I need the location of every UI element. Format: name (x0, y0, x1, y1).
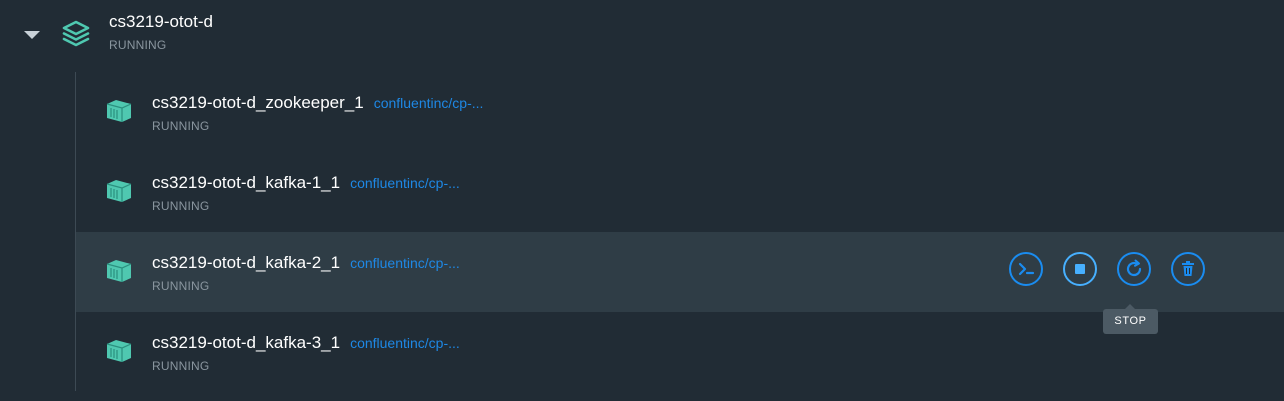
container-name: cs3219-otot-d_kafka-2_1 (152, 253, 341, 272)
container-image-link[interactable]: confluentinc/cp-... (374, 95, 484, 111)
terminal-icon (1018, 262, 1035, 276)
container-row-zookeeper[interactable]: cs3219-otot-d_zookeeper_1 confluentinc/cp… (76, 72, 1284, 152)
container-icon (106, 340, 132, 362)
stop-button[interactable] (1063, 252, 1097, 286)
stop-tooltip: STOP (1103, 309, 1158, 334)
container-image-link[interactable]: confluentinc/cp-... (350, 175, 460, 191)
container-status: RUNNING (152, 199, 210, 213)
container-icon (106, 180, 132, 202)
cli-button[interactable] (1009, 252, 1043, 286)
container-name: cs3219-otot-d_zookeeper_1 (152, 93, 364, 112)
container-icon (106, 100, 132, 122)
container-row-kafka-1[interactable]: cs3219-otot-d_kafka-1_1 confluentinc/cp-.… (76, 152, 1284, 232)
stop-icon (1075, 264, 1085, 274)
container-image-link[interactable]: confluentinc/cp-... (350, 335, 460, 351)
container-status: RUNNING (152, 279, 210, 293)
container-status: RUNNING (152, 359, 210, 373)
container-image-link[interactable]: confluentinc/cp-... (350, 255, 460, 271)
restart-button[interactable] (1117, 252, 1151, 286)
restart-icon (1126, 259, 1142, 277)
container-name: cs3219-otot-d_kafka-1_1 (152, 173, 341, 192)
delete-button[interactable] (1171, 252, 1205, 286)
trash-icon (1182, 261, 1194, 276)
container-row-kafka-2[interactable]: cs3219-otot-d_kafka-2_1 confluentinc/cp-.… (76, 232, 1284, 312)
container-icon (106, 260, 132, 282)
group-status: RUNNING (109, 38, 167, 52)
caret-down-icon[interactable] (24, 31, 40, 39)
container-name: cs3219-otot-d_kafka-3_1 (152, 333, 341, 352)
group-name: cs3219-otot-d (109, 12, 213, 31)
container-status: RUNNING (152, 119, 210, 133)
stack-layers-icon (62, 20, 90, 47)
compose-group-header[interactable]: cs3219-otot-d RUNNING (0, 0, 1284, 72)
row-actions (1009, 232, 1284, 312)
